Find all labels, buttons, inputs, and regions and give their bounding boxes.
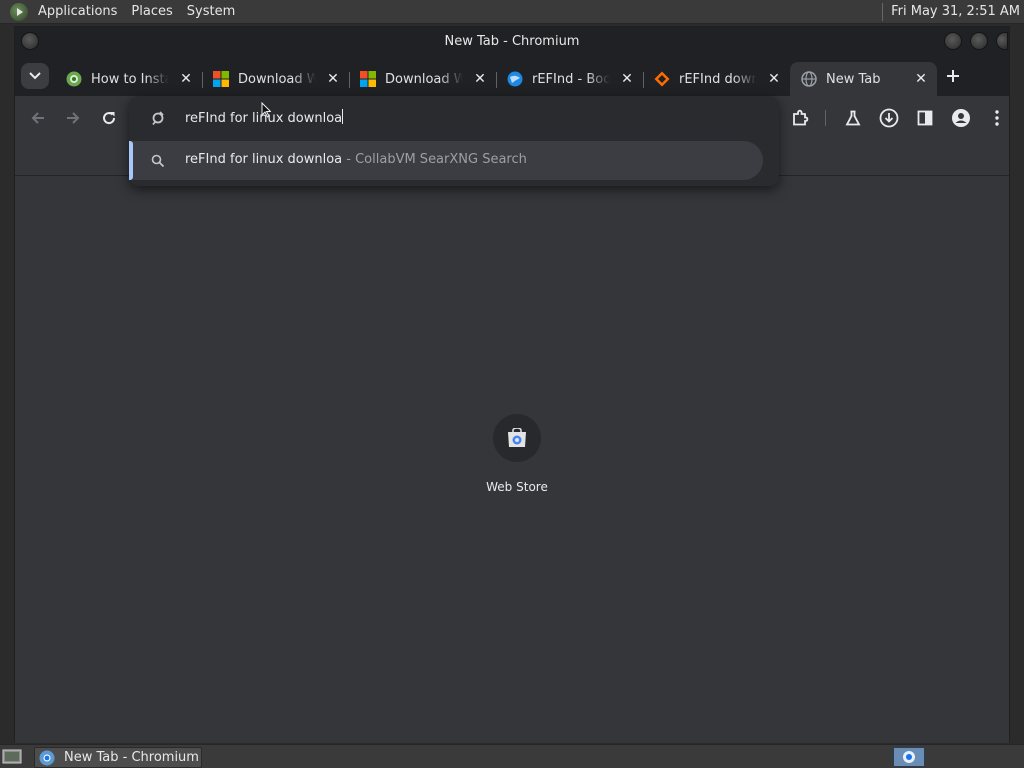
mouse-cursor-icon: [261, 102, 271, 118]
arrow-left-icon: [31, 112, 44, 124]
tab-refind-boot[interactable]: rEFInd - Boo ✕: [496, 62, 644, 96]
minimize-button[interactable]: [944, 32, 962, 50]
avatar-icon: [952, 109, 970, 127]
suggestion-source: - CollabVM SearXNG Search: [342, 152, 527, 167]
forward-button[interactable]: [61, 106, 85, 130]
chromium-icon: [39, 750, 55, 766]
arrow-right-icon: [67, 112, 80, 124]
tab-strip: How to Instal ✕ Download W ✕ Download W …: [15, 56, 1009, 96]
windows-logo-icon: [213, 71, 229, 87]
close-icon[interactable]: ✕: [178, 71, 194, 87]
flask-icon: [845, 110, 861, 126]
chevron-down-icon: [29, 72, 41, 80]
tab-title: rEFInd downl: [679, 71, 757, 87]
green-globe-icon: [66, 71, 82, 87]
taskbar-item-chromium[interactable]: New Tab - Chromium: [34, 747, 202, 768]
window-title: New Tab - Chromium: [444, 34, 580, 49]
close-icon[interactable]: ✕: [472, 71, 488, 87]
tab-title: Download W: [385, 71, 463, 87]
close-icon[interactable]: ✕: [766, 71, 782, 87]
blue-globe-icon: [507, 71, 523, 87]
search-engine-icon: [151, 110, 167, 126]
panel-separator: [882, 2, 884, 21]
suggestion-query: reFInd for linux downloa: [185, 152, 343, 167]
tab-title: How to Instal: [91, 71, 169, 87]
close-icon[interactable]: ✕: [913, 71, 929, 87]
chromium-workspace-icon: [903, 751, 915, 763]
puzzle-piece-icon: [793, 109, 809, 126]
distro-logo-icon[interactable]: [10, 2, 28, 21]
kebab-menu-icon: [995, 110, 999, 126]
maximize-button[interactable]: [970, 32, 988, 50]
side-panel-button[interactable]: [913, 106, 937, 130]
plus-icon: [947, 70, 959, 82]
tab-title: Download W: [238, 71, 316, 87]
new-tab-button[interactable]: [941, 64, 965, 88]
side-panel-icon: [917, 110, 933, 126]
window-titlebar[interactable]: New Tab - Chromium: [15, 27, 1009, 56]
tab-title: New Tab: [826, 71, 881, 87]
bottom-panel: New Tab - Chromium: [0, 744, 1024, 768]
globe-icon: [801, 71, 817, 87]
tab-new-tab[interactable]: New Tab ✕: [790, 62, 937, 96]
taskbar-item-label: New Tab - Chromium: [64, 750, 199, 765]
download-circle-icon: [879, 108, 899, 128]
menu-button[interactable]: [985, 106, 1009, 130]
shortcut-web-store[interactable]: Web Store: [477, 414, 557, 504]
desktop: Applications Places System Fri May 31, 2…: [0, 0, 1024, 768]
toolbar-divider: [825, 110, 826, 126]
close-icon[interactable]: ✕: [619, 71, 635, 87]
extensions-button[interactable]: [788, 106, 812, 130]
close-window-button[interactable]: [996, 32, 1008, 50]
omnibox-dropdown: reFInd for linux downloa reFInd for linu…: [129, 96, 779, 186]
windows-logo-icon: [360, 71, 376, 87]
text-caret: [342, 109, 344, 124]
reload-button[interactable]: [97, 106, 121, 130]
reload-icon: [103, 112, 116, 125]
orange-diamond-icon: [654, 71, 670, 87]
profile-button[interactable]: [949, 106, 973, 130]
tab-download-windows-2[interactable]: Download W ✕: [349, 62, 497, 96]
downloads-button[interactable]: [877, 106, 901, 130]
clock[interactable]: Fri May 31, 2:51 AM: [891, 4, 1024, 19]
top-panel: Applications Places System Fri May 31, 2…: [0, 0, 1024, 24]
window-menu-button[interactable]: [21, 32, 39, 50]
tab-download-windows-1[interactable]: Download W ✕: [202, 62, 350, 96]
system-menu[interactable]: System: [180, 0, 242, 24]
shortcut-icon-circle: [493, 414, 541, 462]
tab-search-button[interactable]: [21, 63, 49, 89]
places-menu[interactable]: Places: [124, 0, 179, 24]
labs-button[interactable]: [841, 106, 865, 130]
close-icon[interactable]: ✕: [325, 71, 341, 87]
new-tab-page: Web Store: [15, 177, 1009, 743]
workspace-switcher[interactable]: [893, 747, 925, 767]
web-store-icon: [508, 428, 526, 447]
applications-menu[interactable]: Applications: [31, 0, 124, 24]
omnibox-suggestion[interactable]: reFInd for linux downloa - CollabVM Sear…: [129, 141, 763, 180]
shortcut-label: Web Store: [486, 480, 548, 494]
tab-how-to-install[interactable]: How to Instal ✕: [55, 62, 203, 96]
back-button[interactable]: [26, 106, 50, 130]
tab-refind-download[interactable]: rEFInd downl ✕: [643, 62, 790, 96]
tab-title: rEFInd - Boo: [532, 71, 610, 87]
suggestion-text: reFInd for linux downloa - CollabVM Sear…: [185, 152, 527, 167]
search-icon: [151, 153, 167, 169]
show-desktop-icon[interactable]: [2, 748, 22, 766]
